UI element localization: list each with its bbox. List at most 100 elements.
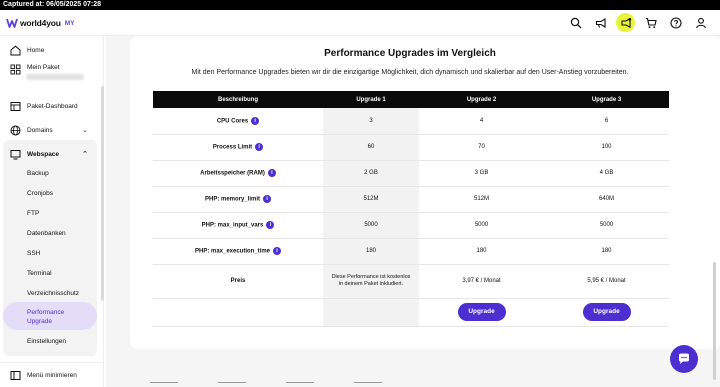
table-cell: 512M	[323, 186, 419, 213]
table-cell: Diese Performance ist kostenlos in deine…	[323, 264, 419, 299]
table-cell: 60	[323, 134, 419, 161]
table-cell: 5000	[544, 212, 669, 239]
upgrade-3-button[interactable]: Upgrade	[582, 303, 631, 321]
info-icon[interactable]: i	[263, 195, 272, 203]
sidebar-subitem-cronjobs[interactable]: Cronjobs	[4, 190, 96, 197]
sidebar: Home Mein Paket Paket-Dashboard Domains …	[0, 36, 104, 387]
comparison-table: Beschreibung Upgrade 1 Upgrade 2 Upgrade…	[153, 91, 669, 327]
sidebar-subitem-performance-upgrade[interactable]: Performance Upgrade	[4, 308, 74, 326]
chat-button[interactable]	[670, 345, 698, 373]
row-label-text: Process Limit	[212, 144, 253, 151]
info-icon[interactable]: i	[266, 221, 275, 229]
table-cell: 2 GB	[323, 160, 419, 187]
chevron-up-icon: ⌃	[82, 151, 88, 158]
main-content: Performance Upgrades im Vergleich Mit de…	[106, 36, 720, 387]
page-subtitle: Mit den Performance Upgrades bieten wir …	[191, 69, 629, 76]
table-cell: 512M	[419, 186, 544, 213]
chevron-down-icon: ⌄	[82, 127, 88, 134]
monitor-icon	[10, 149, 21, 160]
help-icon[interactable]	[666, 13, 685, 32]
column-header: Upgrade 1	[323, 91, 419, 108]
row-label-text: Arbeitsspeicher (RAM)	[200, 170, 265, 177]
table-cell: 3 GB	[419, 160, 544, 187]
footer-link[interactable]	[286, 382, 314, 387]
top-bar: world4you MY	[0, 10, 720, 36]
table-cell: 180	[323, 238, 419, 265]
sidebar-subitem-backup[interactable]: Backup	[4, 170, 96, 177]
info-icon[interactable]: i	[255, 143, 264, 151]
included-note: Diese Performance ist kostenlos in deine…	[331, 274, 411, 287]
table-cell: Upgrade	[419, 298, 544, 327]
footer-link[interactable]	[354, 382, 382, 387]
row-label: PHP: max_execution_time i	[153, 238, 323, 265]
sidebar-subitem-terminal[interactable]: Terminal	[4, 270, 96, 277]
column-header: Upgrade 2	[419, 91, 544, 108]
footer-link[interactable]	[150, 382, 178, 387]
row-label-text: PHP: max_execution_time	[194, 248, 271, 255]
row-label-text: CPU Cores	[216, 118, 249, 125]
info-icon[interactable]: i	[267, 169, 276, 177]
table-header-row: Beschreibung Upgrade 1 Upgrade 2 Upgrade…	[153, 91, 669, 108]
divider	[0, 362, 104, 363]
table-row: Arbeitsspeicher (RAM) i 2 GB 3 GB 4 GB	[153, 160, 669, 187]
info-icon[interactable]: i	[251, 116, 260, 125]
price-cell: 5,95 € / Monat	[544, 264, 669, 299]
sidebar-subitem-ssh[interactable]: SSH	[4, 250, 96, 257]
row-label: PHP: memory_limit i	[153, 186, 323, 213]
table-row: PHP: max_execution_time i 180 180 180	[153, 238, 669, 265]
collapse-icon	[10, 370, 21, 381]
table-row: CPU Cores i 3 4 6	[153, 108, 669, 135]
row-label: Arbeitsspeicher (RAM) i	[153, 160, 323, 187]
table-cell: 3	[323, 108, 419, 135]
brand-logo[interactable]: world4you MY	[6, 16, 74, 30]
table-row: PHP: memory_limit i 512M 512M 640M	[153, 186, 669, 213]
package-name-redacted	[26, 74, 84, 80]
sidebar-item-label: Paket-Dashboard	[27, 102, 78, 110]
capture-timestamp: Captured at: 06/05/2025 07:28	[0, 0, 720, 10]
sidebar-subitem-einstellungen[interactable]: Einstellungen	[4, 338, 96, 345]
page-title: Performance Upgrades im Vergleich	[324, 48, 496, 59]
dashboard-icon	[10, 101, 21, 112]
grid-icon	[10, 64, 21, 75]
sidebar-item-domains[interactable]: Domains ⌄	[4, 122, 96, 138]
row-label-text: PHP: max_input_vars	[201, 222, 264, 229]
table-cell	[323, 298, 419, 327]
sidebar-subitem-verzeichnisschutz[interactable]: Verzeichnisschutz	[4, 290, 96, 297]
upgrade-2-button[interactable]: Upgrade	[457, 303, 506, 321]
megaphone-icon[interactable]	[591, 13, 610, 32]
table-cell: 640M	[544, 186, 669, 213]
table-cell: 5000	[419, 212, 544, 239]
sidebar-item-webspace[interactable]: Webspace ⌃	[4, 146, 96, 162]
row-label: PHP: max_input_vars i	[153, 212, 323, 239]
footer-link[interactable]	[218, 382, 246, 387]
comparison-card: Performance Upgrades im Vergleich Mit de…	[130, 36, 720, 349]
sidebar-item-label: Domains	[27, 126, 53, 134]
column-header: Upgrade 3	[544, 91, 669, 108]
footer-links	[150, 382, 382, 387]
user-icon[interactable]	[691, 13, 710, 32]
home-icon	[10, 45, 21, 56]
search-icon[interactable]	[566, 13, 585, 32]
table-row: PHP: max_input_vars i 5000 5000 5000	[153, 212, 669, 239]
page-scrollbar[interactable]	[713, 262, 716, 380]
table-cell: 5000	[323, 212, 419, 239]
row-label: CPU Cores i	[153, 108, 323, 135]
globe-icon	[10, 125, 21, 136]
cart-icon[interactable]	[641, 13, 660, 32]
sidebar-subitem-ftp[interactable]: FTP	[4, 210, 96, 217]
table-row: Process Limit i 60 70 100	[153, 134, 669, 161]
table-cell: 6	[544, 108, 669, 135]
sidebar-subitem-datenbanken[interactable]: Datenbanken	[4, 230, 96, 237]
info-icon[interactable]: i	[273, 247, 282, 255]
sidebar-item-paket-dashboard[interactable]: Paket-Dashboard	[4, 98, 96, 114]
chat-icon	[679, 353, 689, 364]
minimize-menu-button[interactable]: Menü minimieren	[4, 370, 100, 381]
table-cell: 180	[544, 238, 669, 265]
sidebar-item-label: Webspace	[27, 150, 60, 158]
price-cell: 3,97 € / Monat	[419, 264, 544, 299]
row-label-text: PHP: memory_limit	[204, 196, 261, 203]
sidebar-scrollbar[interactable]	[101, 86, 104, 301]
sidebar-item-home[interactable]: Home	[4, 42, 96, 58]
news-icon[interactable]	[616, 13, 635, 32]
sidebar-item-label: Mein Paket	[27, 64, 60, 71]
